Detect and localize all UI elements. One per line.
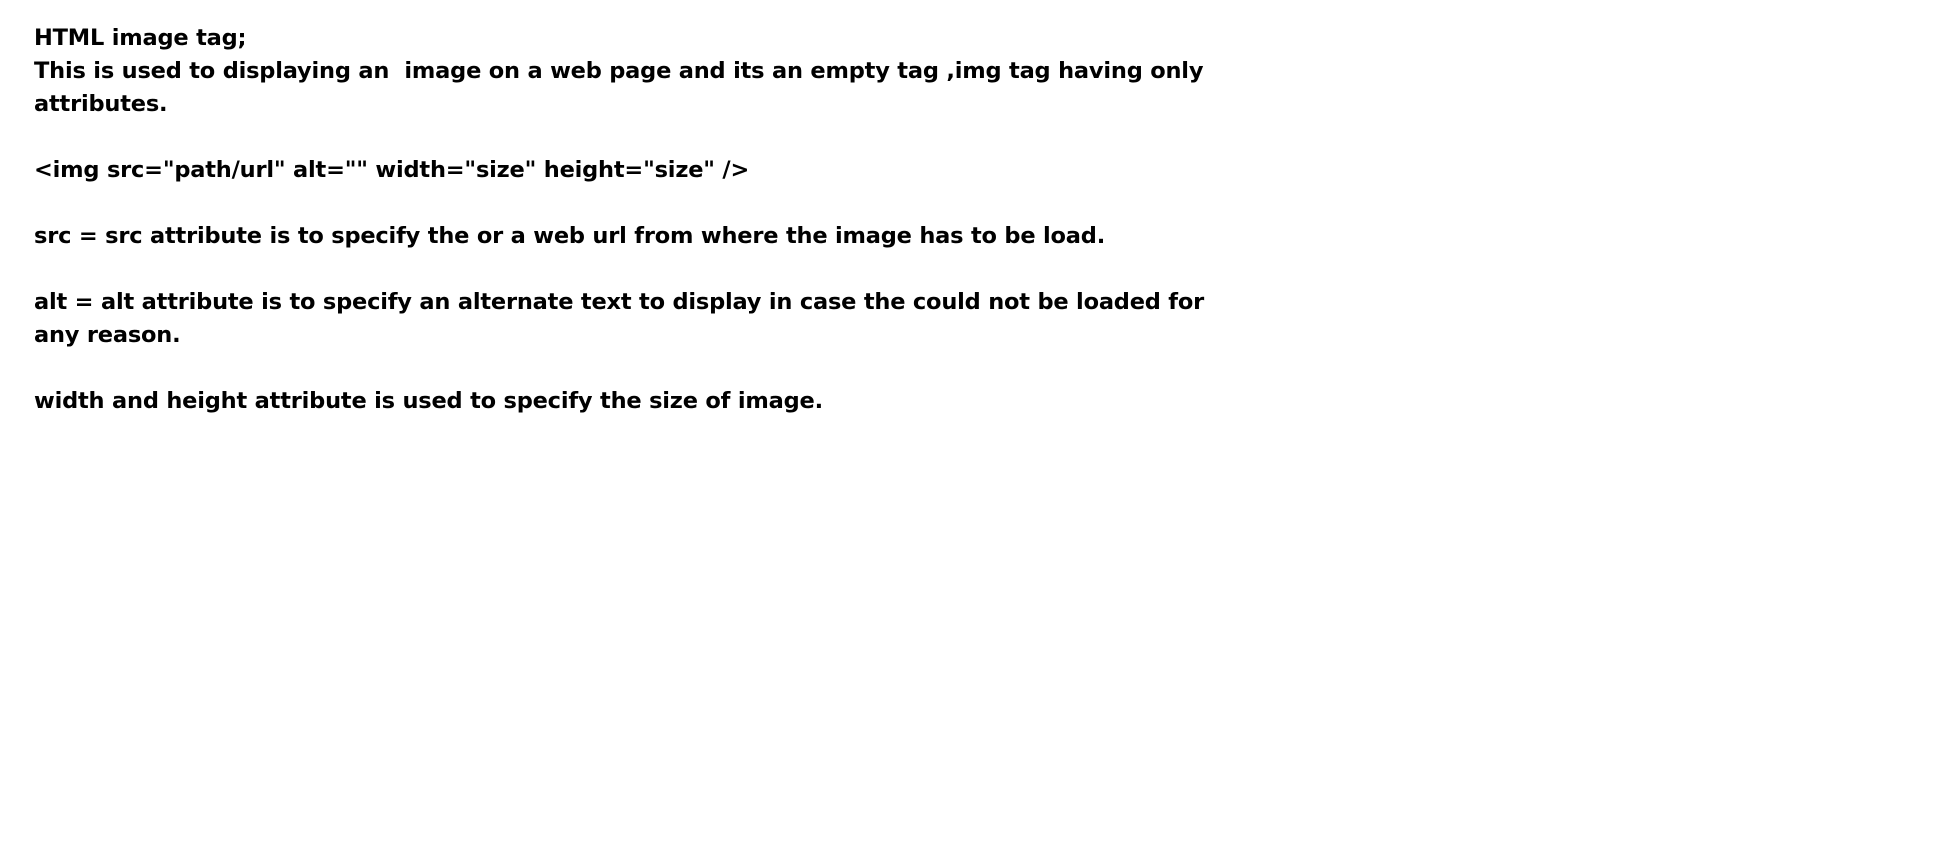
alt-description-line-2: any reason. [34, 322, 181, 348]
document-body: HTML image tag; This is used to displayi… [34, 22, 1334, 418]
img-syntax-line: <img src="path/url" alt="" width="size" … [34, 157, 750, 183]
size-description: width and height attribute is used to sp… [34, 388, 823, 414]
intro-line-1: This is used to displaying an image on a… [34, 58, 1204, 84]
src-description: src = src attribute is to specify the or… [34, 223, 1106, 249]
alt-description-line-1: alt = alt attribute is to specify an alt… [34, 289, 1205, 315]
intro-line-2: attributes. [34, 91, 168, 117]
document-title: HTML image tag; [34, 25, 247, 51]
